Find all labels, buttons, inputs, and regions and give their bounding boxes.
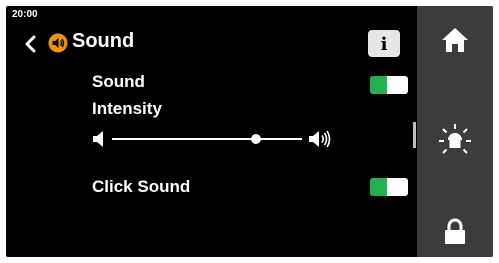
info-button[interactable]: i	[368, 30, 400, 57]
click-sound-label: Click Sound	[92, 177, 191, 196]
home-button[interactable]	[417, 26, 493, 54]
toggle-on-indicator	[370, 76, 387, 94]
speaker-icon	[48, 33, 68, 53]
back-button[interactable]	[19, 31, 45, 57]
sun-icon	[439, 124, 471, 154]
info-icon: i	[381, 34, 388, 55]
home-icon	[442, 28, 468, 52]
toggle-on-indicator	[370, 178, 387, 196]
status-clock: 20:00	[12, 9, 38, 20]
slider-knob[interactable]	[251, 134, 262, 144]
slider-track	[112, 138, 302, 140]
svg-text:i: i	[381, 34, 388, 55]
intensity-label: Intensity	[92, 99, 162, 118]
device-screen: 20:00 Sound i Sound Intensity Click Soun…	[6, 6, 493, 257]
volume-low-icon	[93, 131, 103, 147]
lock-button[interactable]	[417, 218, 493, 246]
scrollbar[interactable]	[413, 122, 416, 148]
lock-icon	[445, 218, 465, 244]
brightness-button[interactable]	[417, 122, 493, 158]
sound-toggle[interactable]	[370, 76, 408, 94]
sound-label: Sound	[92, 72, 145, 91]
page-title: Sound	[72, 30, 135, 52]
intensity-slider[interactable]	[92, 128, 338, 150]
chevron-left-icon	[25, 35, 36, 53]
side-navigation	[417, 6, 493, 257]
volume-high-icon	[309, 130, 331, 148]
click-sound-toggle[interactable]	[370, 178, 408, 196]
